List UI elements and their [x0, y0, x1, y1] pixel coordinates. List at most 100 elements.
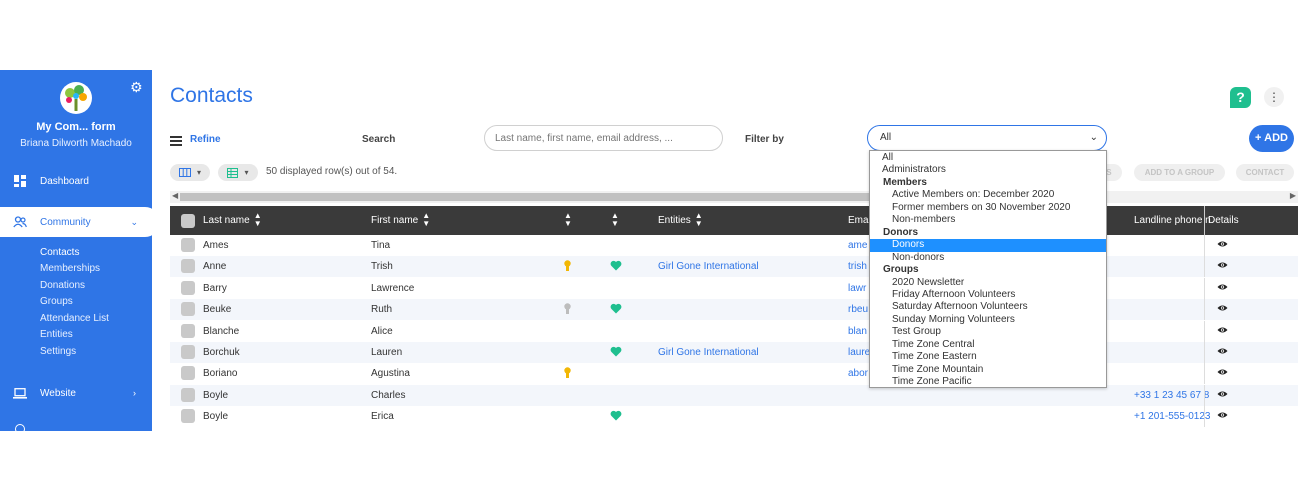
- row-checkbox[interactable]: [181, 345, 195, 359]
- contact-button[interactable]: CONTACT: [1236, 164, 1294, 181]
- dropdown-option[interactable]: Time Zone Eastern: [870, 351, 1106, 364]
- subnav-entities[interactable]: Entities: [40, 329, 73, 340]
- row-checkbox[interactable]: [181, 259, 195, 274]
- view-details-eye-icon[interactable]: [1217, 240, 1228, 248]
- subnav-attendance-list[interactable]: Attendance List: [40, 313, 109, 324]
- view-details-eye-icon[interactable]: [1217, 304, 1228, 312]
- cell-email[interactable]: abor: [848, 368, 868, 379]
- table-row[interactable]: Barry Lawrence lawr: [170, 277, 1298, 299]
- dropdown-option[interactable]: Non-members: [870, 214, 1106, 227]
- dropdown-option[interactable]: Active Members on: December 2020: [870, 189, 1106, 202]
- laptop-icon: [0, 387, 40, 399]
- cell-email[interactable]: lawr: [848, 283, 866, 294]
- col-member-status[interactable]: ▲ ▼: [560, 206, 572, 235]
- add-to-group-button[interactable]: ADD TO A GROUP: [1134, 164, 1225, 181]
- col-details-label: Details: [1208, 215, 1239, 226]
- cell-email[interactable]: rbeu: [848, 304, 868, 315]
- dropdown-option[interactable]: Friday Afternoon Volunteers: [870, 289, 1106, 302]
- caret-down-icon: ▾: [196, 168, 201, 177]
- cell-entity[interactable]: Girl Gone International: [658, 347, 759, 358]
- nav-dashboard[interactable]: Dashboard: [0, 166, 152, 196]
- col-entities[interactable]: Entities ▲ ▼: [658, 206, 703, 235]
- view-details-eye-icon[interactable]: [1217, 326, 1228, 334]
- refine-button[interactable]: Refine: [190, 134, 221, 145]
- settings-gear-icon[interactable]: ⚙: [130, 80, 144, 94]
- add-button[interactable]: + ADD: [1249, 125, 1294, 152]
- column-divider: [1204, 299, 1205, 321]
- subnav-memberships[interactable]: Memberships: [40, 263, 100, 274]
- dropdown-option[interactable]: Time Zone Pacific: [870, 376, 1106, 389]
- cell-last-name: Anne: [203, 261, 227, 273]
- row-checkbox[interactable]: [181, 323, 195, 338]
- row-checkbox[interactable]: [181, 366, 195, 381]
- cell-email[interactable]: laure: [848, 347, 870, 358]
- member-medal-icon: [564, 260, 571, 272]
- dropdown-option[interactable]: Donors: [870, 239, 1106, 252]
- dropdown-option[interactable]: Sunday Morning Volunteers: [870, 314, 1106, 327]
- row-checkbox[interactable]: [181, 387, 195, 402]
- filter-select[interactable]: All ⌄: [867, 125, 1107, 151]
- columns-icon: [178, 168, 191, 177]
- dropdown-option[interactable]: Saturday Afternoon Volunteers: [870, 301, 1106, 314]
- donor-heart-icon: [610, 346, 622, 357]
- subnav-donations[interactable]: Donations: [40, 280, 85, 291]
- horizontal-scrollbar[interactable]: ◀ ▶: [170, 191, 1298, 203]
- view-details-eye-icon[interactable]: [1217, 347, 1228, 355]
- more-options-button[interactable]: ⋮: [1264, 87, 1284, 107]
- columns-button[interactable]: ▾: [170, 164, 210, 181]
- table-row[interactable]: Anne Trish Girl Gone International trish: [170, 256, 1298, 278]
- search-input[interactable]: [484, 125, 723, 151]
- nav-community[interactable]: Community ⌄: [0, 207, 160, 237]
- scroll-right-icon[interactable]: ▶: [1290, 191, 1296, 200]
- org-logo[interactable]: [60, 82, 92, 114]
- scroll-left-icon[interactable]: ◀: [172, 191, 178, 200]
- dropdown-option[interactable]: 2020 Newsletter: [870, 277, 1106, 290]
- dropdown-option[interactable]: Test Group: [870, 326, 1106, 339]
- table-row[interactable]: Boyle Charles +33 1 23 45 67 8: [170, 384, 1298, 406]
- subnav-contacts[interactable]: Contacts: [40, 247, 79, 258]
- cell-landline[interactable]: +33 1 23 45 67 8: [1134, 390, 1209, 401]
- help-button[interactable]: ?: [1230, 87, 1251, 108]
- dropdown-option[interactable]: Former members on 30 November 2020: [870, 202, 1106, 215]
- col-landline[interactable]: Landline phone n: [1134, 206, 1211, 235]
- view-details-eye-icon[interactable]: [1217, 368, 1228, 376]
- table-row[interactable]: Boyle Erica +1 201-555-0123: [170, 406, 1298, 428]
- col-first-name[interactable]: First name ▲ ▼: [371, 206, 430, 235]
- dropdown-option[interactable]: All: [870, 152, 1106, 165]
- cell-entity[interactable]: Girl Gone International: [658, 261, 759, 272]
- view-details-eye-icon[interactable]: [1217, 390, 1228, 398]
- row-checkbox[interactable]: [181, 302, 195, 317]
- nav-website[interactable]: Website ›: [0, 378, 152, 408]
- cell-email[interactable]: ame: [848, 240, 867, 251]
- cell-email[interactable]: trish: [848, 261, 867, 272]
- col-donor-status[interactable]: ▲ ▼: [607, 206, 619, 235]
- export-button[interactable]: ▾: [218, 164, 258, 181]
- cell-last-name: Boyle: [203, 389, 229, 401]
- table-row[interactable]: Blanche Alice blan: [170, 320, 1298, 342]
- dropdown-option[interactable]: Non-donors: [870, 252, 1106, 265]
- view-details-eye-icon[interactable]: [1217, 261, 1228, 269]
- view-details-eye-icon[interactable]: [1217, 411, 1228, 419]
- sort-icon: ▲ ▼: [694, 211, 703, 229]
- row-checkbox[interactable]: [181, 409, 195, 424]
- subnav-groups[interactable]: Groups: [40, 296, 73, 307]
- dropdown-option[interactable]: Time Zone Mountain: [870, 364, 1106, 377]
- cell-landline[interactable]: +1 201-555-0123: [1134, 411, 1210, 422]
- col-email[interactable]: Ema: [848, 206, 869, 235]
- view-details-eye-icon[interactable]: [1217, 283, 1228, 291]
- cell-email[interactable]: blan: [848, 326, 867, 337]
- table-row[interactable]: Ames Tina ame: [170, 235, 1298, 256]
- row-checkbox[interactable]: [181, 238, 195, 252]
- subnav-settings[interactable]: Settings: [40, 346, 76, 357]
- menu-icon[interactable]: [170, 136, 182, 146]
- table-row[interactable]: Borchuk Lauren Girl Gone International laur…: [170, 342, 1298, 363]
- table-row[interactable]: Boriano Agustina abor: [170, 363, 1298, 385]
- select-all-checkbox[interactable]: [181, 214, 195, 228]
- column-divider: [1204, 342, 1205, 363]
- page-title: Contacts: [170, 84, 253, 107]
- col-last-name[interactable]: Last name ▲ ▼: [203, 206, 262, 235]
- dropdown-option[interactable]: Time Zone Central: [870, 339, 1106, 352]
- table-row[interactable]: Beuke Ruth rbeu: [170, 299, 1298, 321]
- row-checkbox[interactable]: [181, 280, 195, 295]
- dropdown-option[interactable]: Administrators: [870, 164, 1106, 177]
